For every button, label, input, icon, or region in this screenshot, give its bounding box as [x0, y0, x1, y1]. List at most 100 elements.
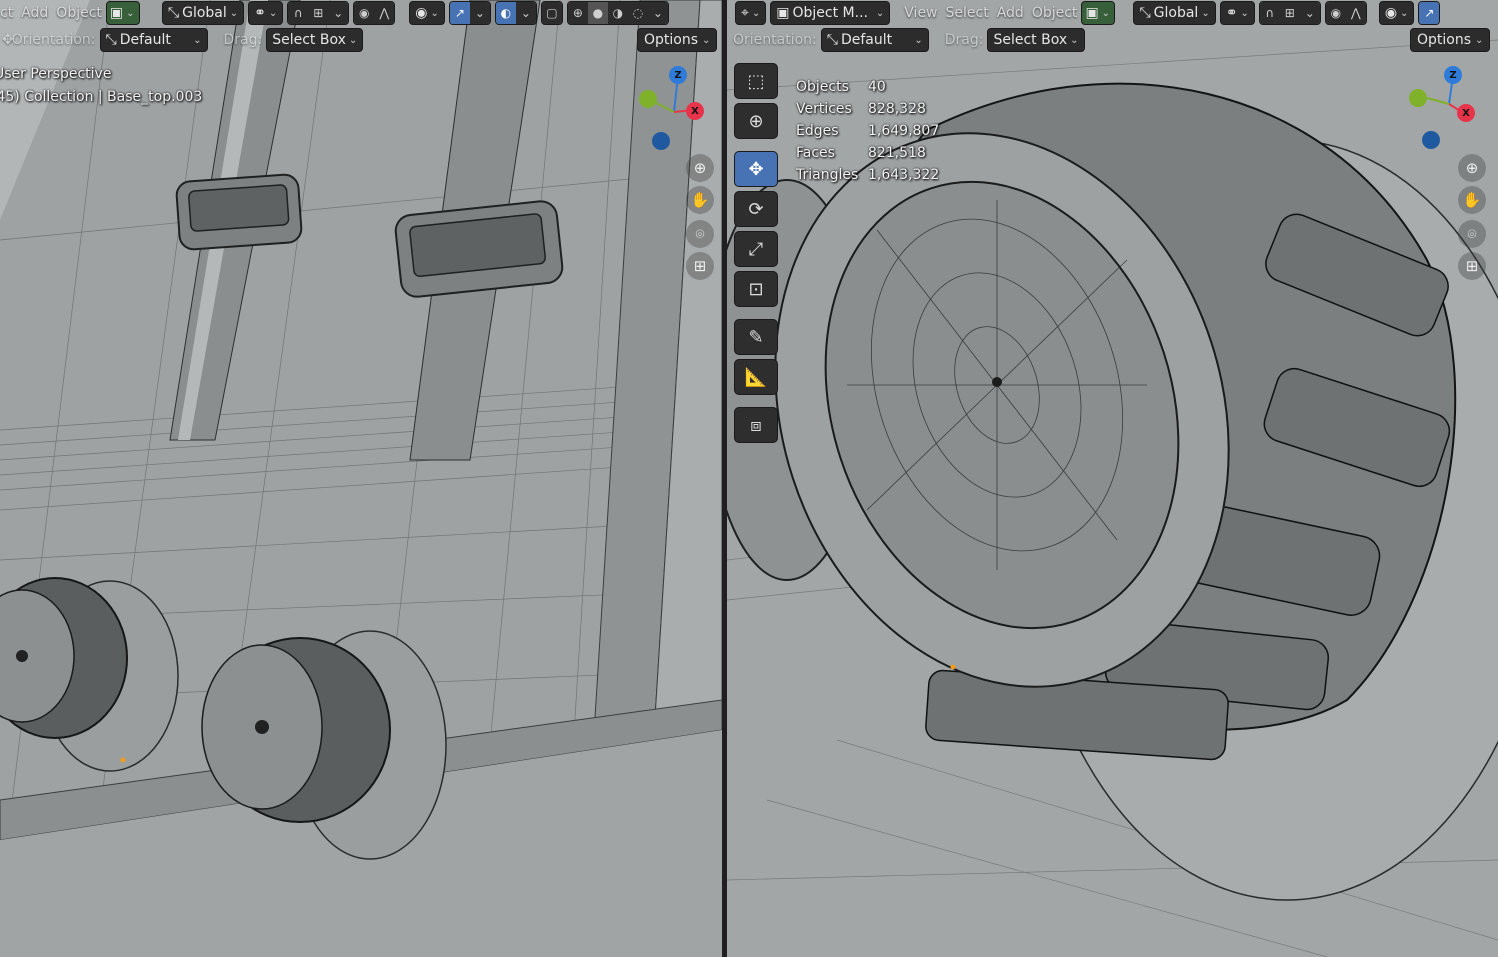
transform-orientation-dropdown[interactable]: ⤡ Global ⌄	[161, 1, 245, 25]
drag-value: Select Box	[993, 32, 1068, 48]
camera-view-icon[interactable]: ⌾	[686, 220, 714, 248]
object-mode-icon: ▣	[776, 5, 790, 21]
snap-chevron-icon[interactable]: ⌄	[328, 2, 349, 24]
axis-neg-z-icon[interactable]	[652, 132, 670, 150]
menu-add[interactable]: Add	[993, 5, 1028, 21]
orientation-axes-icon: ⤡	[826, 32, 838, 48]
solid-shading-icon[interactable]: ●	[587, 2, 608, 24]
editor-type-dropdown[interactable]: ⌖ ⌄	[735, 1, 767, 25]
chevron-down-icon[interactable]: ⌄	[515, 2, 536, 24]
material-shading-icon[interactable]: ◑	[607, 2, 628, 24]
menu-add[interactable]: Add	[17, 5, 52, 21]
menu-view[interactable]: View	[900, 5, 941, 21]
perspective-grid-icon[interactable]: ⊞	[1458, 252, 1486, 280]
drag-label: Drag:	[944, 32, 984, 48]
pivot-point-dropdown[interactable]: ⚭ ⌄	[248, 1, 284, 25]
snap-chevron-icon[interactable]: ⌄	[1299, 2, 1320, 24]
menu-object[interactable]: Object	[52, 5, 106, 21]
orientation-label: Orientation:	[11, 32, 96, 48]
stat-value: 828,328	[868, 101, 926, 117]
visibility-dropdown[interactable]: ◉ ⌄	[409, 1, 445, 25]
xray-icon[interactable]: ▢	[541, 2, 562, 24]
axis-z-icon[interactable]: Z	[1444, 66, 1462, 84]
falloff-icon[interactable]: ⋀	[1345, 2, 1366, 24]
axis-y-icon[interactable]	[639, 90, 657, 108]
orientation-axes-icon: ⤡	[167, 5, 180, 21]
stat-label: Objects	[796, 79, 849, 95]
axis-x-icon[interactable]: X	[1457, 104, 1475, 122]
add-cube-tool-icon[interactable]: ⧈	[734, 407, 778, 443]
drag-label: Drag:	[223, 32, 263, 48]
falloff-icon[interactable]: ⋀	[374, 2, 395, 24]
zoom-icon[interactable]: ⊕	[686, 154, 714, 182]
axis-x-label: X	[691, 105, 699, 117]
menu-object[interactable]: Object	[1028, 5, 1082, 21]
rotate-tool-icon[interactable]: ⟳	[734, 191, 778, 227]
collection-toggle-button[interactable]: ▣ ⌄	[1081, 1, 1116, 25]
stat-label: Triangles	[796, 167, 859, 183]
gizmo-icon[interactable]: ↗	[1419, 2, 1440, 24]
left-3d-scene[interactable]	[0, 0, 722, 957]
orientation-value: Default	[119, 32, 171, 48]
scale-tool-icon[interactable]: ⤢	[734, 231, 778, 267]
orientation-dropdown[interactable]: ⤡ Default ⌄	[99, 28, 208, 52]
axis-z-icon[interactable]: Z	[669, 66, 687, 84]
chevron-down-icon[interactable]: ⌄	[647, 2, 668, 24]
axis-z-label: Z	[674, 69, 682, 81]
viewport-left[interactable]: ct Add Object ▣ ⌄ ⤡ Global ⌄ ⚭ ⌄ ∩ ⊞ ⌄ ◉ ⋀…	[0, 0, 722, 957]
rendered-shading-icon[interactable]: ◌	[627, 2, 648, 24]
collection-toggle-button[interactable]: ▣ ⌄	[105, 1, 140, 25]
annotate-tool-icon[interactable]: ✎	[734, 319, 778, 355]
axis-neg-z-icon[interactable]	[1422, 131, 1440, 149]
snap-magnet-icon[interactable]: ∩	[1259, 2, 1280, 24]
pivot-point-dropdown[interactable]: ⚭ ⌄	[1219, 1, 1255, 25]
chevron-down-icon: ⌄	[751, 7, 761, 19]
snap-increment-icon[interactable]: ⊞	[308, 2, 329, 24]
viewport-right[interactable]: ⌖ ⌄ ▣ Object M... ⌄ View Select Add Objec…	[727, 0, 1498, 957]
measure-tool-icon[interactable]: 📐	[734, 359, 778, 395]
collection-icon: ▣	[109, 5, 124, 21]
cursor-tool-icon[interactable]: ⊕	[734, 103, 778, 139]
navigation-gizmo[interactable]: Z X	[634, 62, 714, 152]
options-button[interactable]: Options ⌄	[1410, 28, 1491, 52]
camera-view-icon[interactable]: ⌾	[1458, 220, 1486, 248]
mode-dropdown[interactable]: ▣ Object M... ⌄	[770, 1, 891, 25]
pan-hand-icon[interactable]: ✋	[1458, 186, 1486, 214]
chevron-down-icon: ⌄	[1070, 34, 1079, 46]
transform-tool-icon[interactable]: ⊡	[734, 271, 778, 307]
drag-dropdown[interactable]: Select Box ⌄	[987, 28, 1085, 52]
move-tool-icon[interactable]: ✥	[734, 151, 778, 187]
chevron-down-icon: ⌄	[430, 7, 439, 19]
visibility-dropdown[interactable]: ◉ ⌄	[1378, 1, 1415, 25]
navigation-gizmo[interactable]: Z X	[1409, 64, 1489, 154]
proportional-edit-icon[interactable]: ◉	[1325, 2, 1346, 24]
wireframe-shading-icon[interactable]: ⊕	[567, 2, 588, 24]
right-tool-settings: Orientation: ⤡ Default ⌄ Drag: Select Bo…	[727, 27, 1089, 53]
axis-y-icon[interactable]	[1409, 89, 1427, 107]
chevron-down-icon: ⌄	[702, 34, 711, 46]
perspective-grid-icon[interactable]: ⊞	[686, 252, 714, 280]
gizmo-icon[interactable]: ↗	[449, 2, 470, 24]
zoom-icon[interactable]: ⊕	[1458, 154, 1486, 182]
proportional-edit-icon[interactable]: ◉	[354, 2, 375, 24]
select-box-tool-icon[interactable]: ⬚	[734, 63, 778, 99]
orientation-dropdown[interactable]: ⤡ Default ⌄	[820, 28, 929, 52]
orientation-axes-icon: ⤡	[1139, 5, 1151, 21]
transform-orientation-dropdown[interactable]: ⤡ Global ⌄	[1133, 1, 1216, 25]
snap-group: ∩ ⊞ ⌄	[1258, 1, 1321, 25]
snap-increment-icon[interactable]: ⊞	[1279, 2, 1300, 24]
pan-hand-icon[interactable]: ✋	[686, 186, 714, 214]
options-button[interactable]: Options ⌄	[637, 28, 718, 52]
orientation-label: Orientation:	[733, 32, 817, 48]
stat-label: Edges	[796, 123, 839, 139]
chevron-down-icon: ⌄	[268, 7, 278, 19]
menu-item[interactable]: ct	[0, 5, 17, 21]
axis-x-icon[interactable]: X	[686, 102, 704, 120]
overlay-icon[interactable]: ◐	[495, 2, 516, 24]
menu-select[interactable]: Select	[942, 5, 993, 21]
stat-label: Vertices	[796, 101, 852, 117]
drag-dropdown[interactable]: Select Box ⌄	[266, 28, 364, 52]
snap-magnet-icon[interactable]: ∩	[288, 2, 309, 24]
xray-toggle: ▢	[540, 1, 563, 25]
chevron-down-icon[interactable]: ⌄	[469, 2, 490, 24]
